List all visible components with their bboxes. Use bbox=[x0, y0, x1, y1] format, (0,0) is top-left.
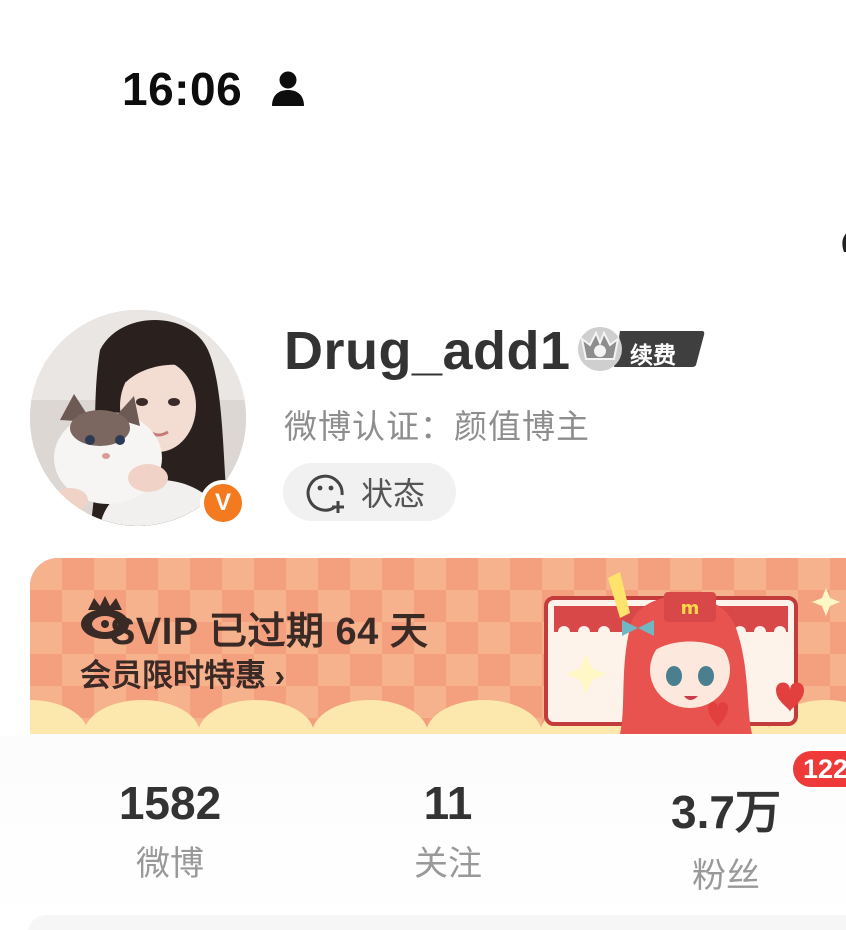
svip-expired-title: SVIP 已过期 64 天 bbox=[110, 611, 429, 653]
stat-following-value: 11 bbox=[423, 777, 473, 829]
verification-text: 微博认证：颜值博主 bbox=[284, 408, 590, 445]
stat-posts[interactable]: 1582 微博 bbox=[80, 776, 260, 885]
stat-following[interactable]: 11 关注 bbox=[358, 776, 538, 885]
stat-following-label: 关注 bbox=[414, 845, 482, 883]
status-button[interactable]: 状态 bbox=[283, 463, 456, 521]
person-icon bbox=[272, 71, 304, 106]
stat-posts-value: 1582 bbox=[118, 777, 222, 829]
username: Drug_add1 bbox=[284, 321, 571, 381]
new-followers-badge: 122 bbox=[790, 748, 846, 790]
status-bar-time: 16:06 bbox=[122, 63, 243, 115]
status-button-label: 状态 bbox=[361, 476, 426, 512]
svg-text:m: m bbox=[681, 598, 700, 619]
smiley-add-icon bbox=[306, 474, 344, 513]
anime-mascot: m bbox=[544, 572, 840, 734]
next-section-card bbox=[28, 915, 846, 930]
stat-followers[interactable]: 3.7万 粉丝 bbox=[636, 776, 816, 897]
more-icon[interactable] bbox=[838, 230, 846, 254]
stat-posts-label: 微博 bbox=[136, 845, 204, 883]
stat-followers-label: 粉丝 bbox=[692, 857, 760, 895]
stat-followers-value: 3.7万 bbox=[671, 786, 781, 838]
verified-badge: V bbox=[200, 480, 246, 526]
member-offer-link[interactable]: 会员限时特惠 › bbox=[80, 650, 285, 695]
profile-page: 16:06 V Drug_add1 续费 微博认证：颜值博主 状态 SVIP 已… bbox=[0, 0, 846, 930]
renew-label[interactable]: 续费 bbox=[630, 336, 676, 370]
